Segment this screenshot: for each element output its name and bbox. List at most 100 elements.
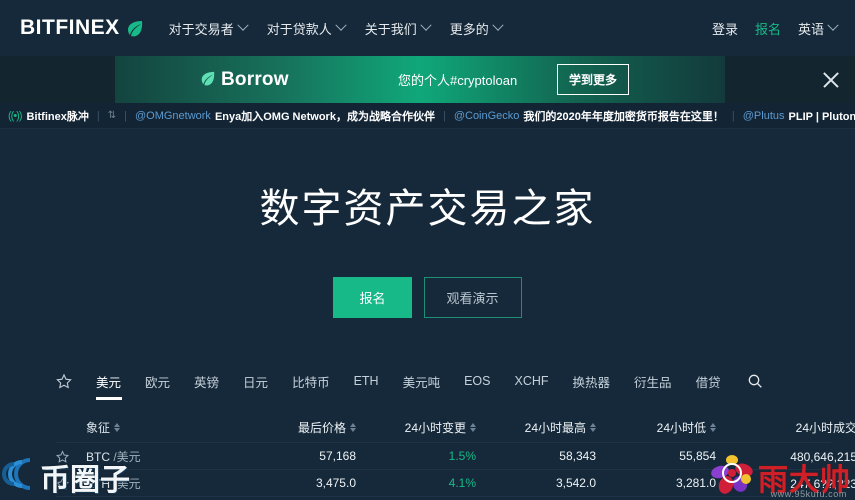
close-icon[interactable]: [821, 70, 841, 90]
nav-item-label: 更多的: [449, 21, 489, 37]
tab-eos[interactable]: EOS: [464, 362, 490, 400]
tab-usd[interactable]: 美元: [96, 360, 121, 403]
ticker-message[interactable]: PLIP | Pluton流动: [789, 108, 855, 124]
decorative-plus-icon: [664, 66, 676, 78]
ticker-handle[interactable]: @CoinGecko: [454, 110, 520, 122]
tab-usdt[interactable]: 美元吨: [403, 360, 441, 403]
tab-lending[interactable]: 借贷: [696, 360, 721, 403]
tab-eth[interactable]: ETH: [354, 362, 379, 400]
hero-section: 数字资产交易之家 报名 观看演示: [0, 129, 855, 359]
watch-demo-button[interactable]: 观看演示: [423, 277, 522, 318]
language-label: 英语: [797, 21, 824, 37]
table-row[interactable]: BTC /美元 57,168 1.5% 58,343 55,854 480,64…: [56, 443, 855, 470]
chevron-down-icon: [492, 19, 504, 31]
row-24h-high: 3,542.0: [555, 476, 596, 490]
chevron-down-icon: [420, 19, 432, 31]
row-symbol-base: BTC: [86, 449, 110, 464]
row-24h-low: 3,281.0: [675, 476, 716, 490]
row-24h-high: 58,343: [559, 449, 596, 463]
row-24h-low: 55,854: [679, 449, 716, 463]
row-symbol: ETH /美元: [86, 475, 236, 492]
divider: |: [124, 109, 127, 122]
nav-item-label: 关于我们: [364, 21, 417, 37]
login-link[interactable]: 登录: [712, 19, 738, 38]
table-header-row: 象征 最后价格 24小时变更 24小时最高 24小时低 24小时成交量: [56, 413, 855, 443]
market-tabs: 美元 欧元 英镑 日元 比特币 ETH 美元吨 EOS XCHF 换热器 衍生品…: [0, 359, 855, 403]
header-24h-low[interactable]: 24小时低: [596, 419, 716, 436]
header-24h-volume[interactable]: 24小时成交量: [716, 419, 855, 436]
ticker-handle[interactable]: @Plutus: [743, 110, 785, 122]
chevron-down-icon: [827, 19, 839, 31]
borrow-logo[interactable]: Borrow: [198, 69, 289, 91]
language-selector[interactable]: 英语: [797, 19, 839, 38]
row-symbol-base: ETH: [86, 476, 110, 491]
promo-banner: Borrow 您的个人#cryptoloan 学到更多: [0, 56, 855, 103]
tab-xchf[interactable]: XCHF: [515, 362, 549, 400]
broadcast-icon: ((•)): [8, 109, 22, 122]
brand-logo[interactable]: BITFINEX: [20, 16, 143, 40]
header-label: 24小时变更: [404, 421, 466, 435]
header-label: 24小时最高: [524, 421, 586, 435]
page-title: 数字资产交易之家: [259, 187, 596, 231]
row-24h-change: 4.1%: [448, 476, 476, 490]
signup-link[interactable]: 报名: [755, 19, 781, 38]
nav-item-traders[interactable]: 对于交易者: [169, 19, 249, 38]
header-label: 24小时低: [656, 421, 706, 435]
borrow-label: Borrow: [221, 68, 289, 90]
star-outline-icon[interactable]: [56, 373, 72, 389]
pulse-label: Bitfinex脉冲: [26, 110, 89, 123]
nav-item-more[interactable]: 更多的: [449, 19, 504, 38]
top-navigation-bar: BITFINEX 对于交易者 对于贷款人 关于我们 更多的 登录 报名 英语: [0, 0, 855, 56]
decorative-plus-icon: [144, 85, 152, 93]
leaf-icon: [126, 20, 143, 37]
leaf-icon: [200, 71, 217, 88]
row-favorite-star-icon[interactable]: [56, 476, 86, 490]
row-24h-change: 1.5%: [448, 449, 476, 463]
chevron-down-icon: [335, 19, 347, 31]
brand-name: BITFINEX: [20, 16, 120, 39]
header-24h-high[interactable]: 24小时最高: [476, 419, 596, 436]
tab-eur[interactable]: 欧元: [145, 360, 170, 403]
header-24h-change[interactable]: 24小时变更: [356, 419, 476, 436]
header-symbol[interactable]: 象征: [86, 419, 236, 436]
tab-btc[interactable]: 比特币: [292, 360, 330, 403]
nav-item-lenders[interactable]: 对于贷款人: [266, 19, 347, 38]
decorative-plus-icon: [138, 74, 145, 81]
divider: |: [96, 109, 100, 122]
search-icon[interactable]: [747, 373, 763, 389]
divider: |: [731, 109, 735, 122]
row-last-price: 57,168: [319, 449, 356, 463]
ticker-message[interactable]: Enya加入OMG Network，成为战略合作伙伴: [215, 108, 435, 124]
ticker-handle[interactable]: @OMGnetwork: [135, 110, 211, 122]
signup-button[interactable]: 报名: [333, 277, 412, 318]
row-favorite-star-icon[interactable]: [56, 449, 86, 463]
table-row[interactable]: ETH /美元 3,475.0 4.1% 3,542.0 3,281.0 247…: [56, 470, 855, 497]
tab-gbp[interactable]: 英镑: [194, 360, 219, 403]
row-symbol-quote: /美元: [113, 476, 141, 491]
chevron-down-icon: [237, 19, 249, 31]
decorative-plus-icon: [684, 76, 693, 85]
row-last-price: 3,475.0: [315, 476, 356, 490]
watermark-url: www.95kufu.com: [770, 489, 847, 499]
sort-arrow-icon[interactable]: ⇅: [108, 110, 116, 121]
header-label: 象征: [86, 421, 111, 435]
divider: |: [442, 109, 446, 122]
tab-exchanger[interactable]: 换热器: [573, 360, 611, 403]
header-last-price[interactable]: 最后价格: [236, 419, 356, 436]
nav-item-label: 对于贷款人: [266, 21, 332, 37]
decorative-plus-icon: [148, 61, 162, 75]
tab-derivatives[interactable]: 衍生品: [634, 360, 672, 403]
promo-tagline: 您的个人#cryptoloan: [398, 73, 518, 88]
tab-jpy[interactable]: 日元: [243, 360, 268, 403]
pulse-ticker-bar: ((•)) Bitfinex脉冲 | ⇅ | @OMGnetwork Enya加…: [0, 103, 855, 129]
row-symbol: BTC /美元: [86, 448, 236, 465]
nav-item-about[interactable]: 关于我们: [364, 19, 432, 38]
decorative-plus-icon: [122, 68, 131, 77]
sort-icon: [114, 422, 121, 433]
header-label: 最后价格: [297, 421, 346, 435]
nav-right-actions: 登录 报名 英语: [712, 19, 839, 38]
row-symbol-quote: /美元: [113, 449, 141, 464]
ticker-message[interactable]: 我们的2020年年度加密货币报告在这里！: [523, 108, 723, 124]
learn-more-button[interactable]: 学到更多: [557, 64, 630, 95]
decorative-plus-icon: [697, 61, 711, 75]
